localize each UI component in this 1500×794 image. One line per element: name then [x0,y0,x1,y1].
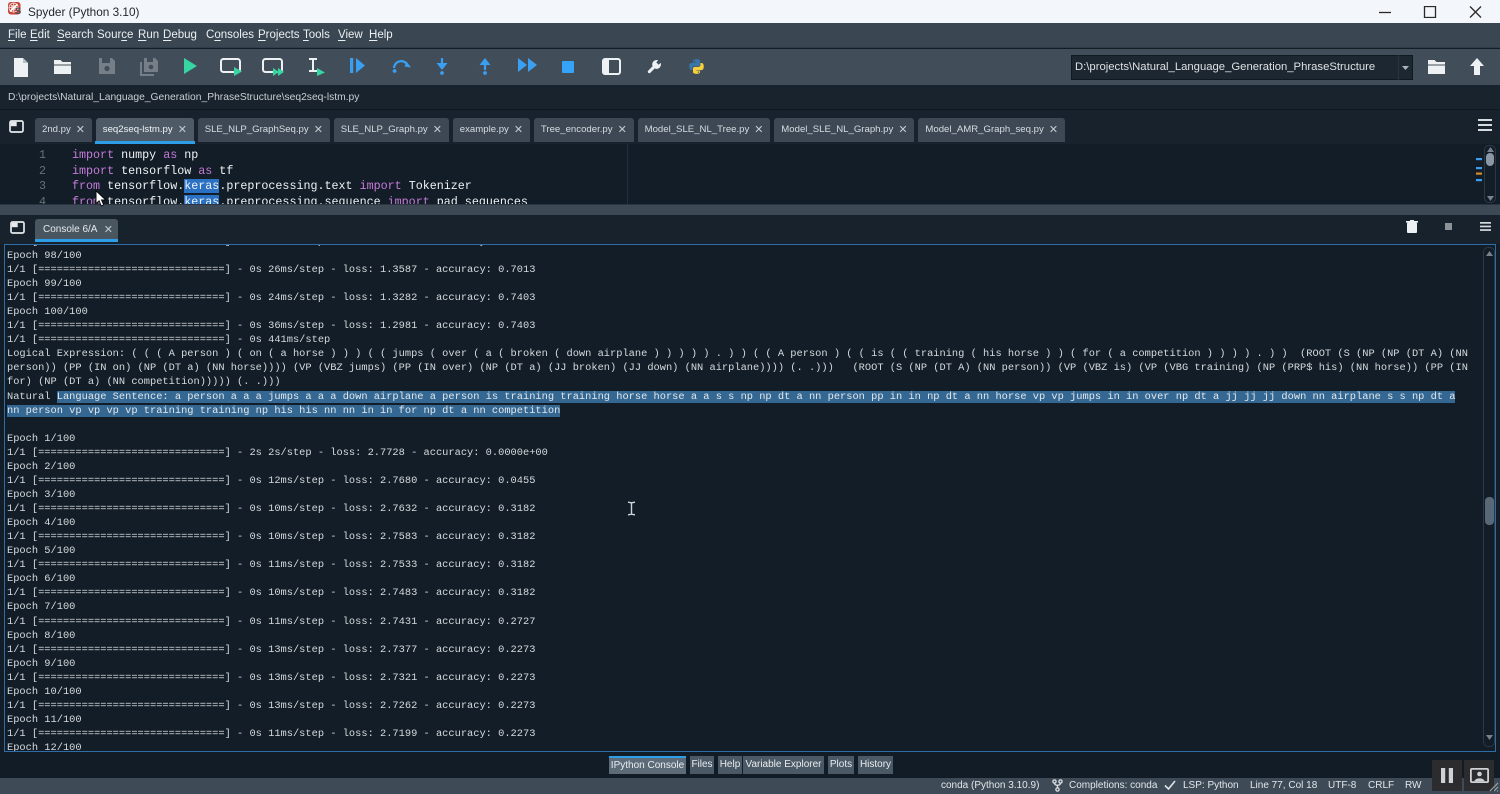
svg-text:S: S [15,6,21,16]
